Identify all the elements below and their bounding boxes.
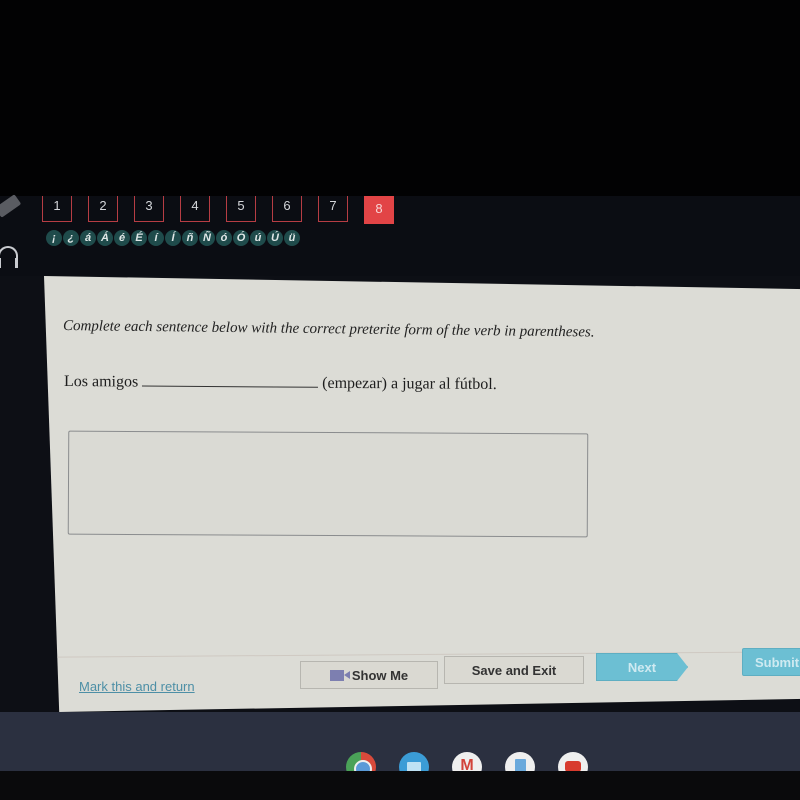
question-4-button[interactable]: 4	[180, 196, 210, 222]
save-and-exit-button[interactable]: Save and Exit	[444, 656, 584, 684]
accent-button[interactable]: Ó	[233, 230, 249, 246]
question-panel: Complete each sentence below with the co…	[44, 276, 800, 712]
show-me-button[interactable]: Show Me	[300, 661, 438, 689]
question-2-button[interactable]: 2	[88, 196, 118, 222]
show-me-label: Show Me	[351, 667, 409, 683]
question-navigation: 1 2 3 4 5 6 7 8	[42, 196, 410, 224]
accent-button[interactable]: Ñ	[199, 230, 215, 246]
answer-textarea[interactable]	[67, 430, 589, 538]
question-1-button[interactable]: 1	[42, 196, 72, 222]
accent-character-bar: ¡ ¿ á Á é É í Í ñ Ñ ó Ó ú Ú ü	[46, 230, 301, 246]
submit-button[interactable]: Submit	[742, 648, 800, 676]
accent-button[interactable]: ü	[284, 230, 300, 246]
headphones-icon[interactable]	[0, 246, 18, 268]
accent-button[interactable]: ú	[250, 230, 266, 246]
accent-button[interactable]: ¡	[46, 230, 62, 246]
question-6-button[interactable]: 6	[272, 196, 302, 222]
accent-button[interactable]: É	[131, 230, 147, 246]
pencil-icon[interactable]	[0, 194, 22, 218]
accent-button[interactable]: é	[114, 230, 130, 246]
next-button[interactable]: Next	[596, 653, 688, 681]
accent-button[interactable]: Í	[165, 230, 181, 246]
accent-button[interactable]: Á	[97, 230, 113, 246]
question-7-button[interactable]: 7	[318, 196, 348, 222]
accent-button[interactable]: ó	[216, 230, 232, 246]
accent-button[interactable]: Ú	[267, 230, 283, 246]
sentence-end: (empezar) a jugar al fútbol.	[322, 374, 497, 394]
accent-button[interactable]: ñ	[182, 230, 198, 246]
video-camera-icon	[329, 669, 350, 681]
question-toolbar: 1 2 3 4 5 6 7 8 ¡ ¿ á Á é É í Í ñ Ñ ó Ó …	[0, 194, 800, 276]
accent-button[interactable]: í	[148, 230, 164, 246]
accent-button[interactable]: á	[80, 230, 96, 246]
accent-button[interactable]: ¿	[63, 230, 79, 246]
answer-blank	[142, 372, 319, 388]
question-instructions: Complete each sentence below with the co…	[62, 318, 595, 341]
headphones-ear-right	[15, 258, 18, 268]
sentence-start: Los amigos	[63, 373, 139, 391]
monitor-bezel	[0, 0, 800, 198]
question-3-button[interactable]: 3	[134, 196, 164, 222]
screen: 1 2 3 4 5 6 7 8 ¡ ¿ á Á é É í Í ñ Ñ ó Ó …	[0, 194, 800, 800]
footer-divider	[50, 651, 800, 658]
question-8-button-active[interactable]: 8	[364, 196, 394, 224]
mark-and-return-link[interactable]: Mark this and return	[79, 679, 195, 694]
monitor-bottom-bezel	[0, 771, 800, 800]
headphones-ear-left	[0, 258, 1, 268]
question-sentence: Los amigos (empezar) a jugar al fútbol.	[64, 372, 497, 394]
question-5-button[interactable]: 5	[226, 196, 256, 222]
